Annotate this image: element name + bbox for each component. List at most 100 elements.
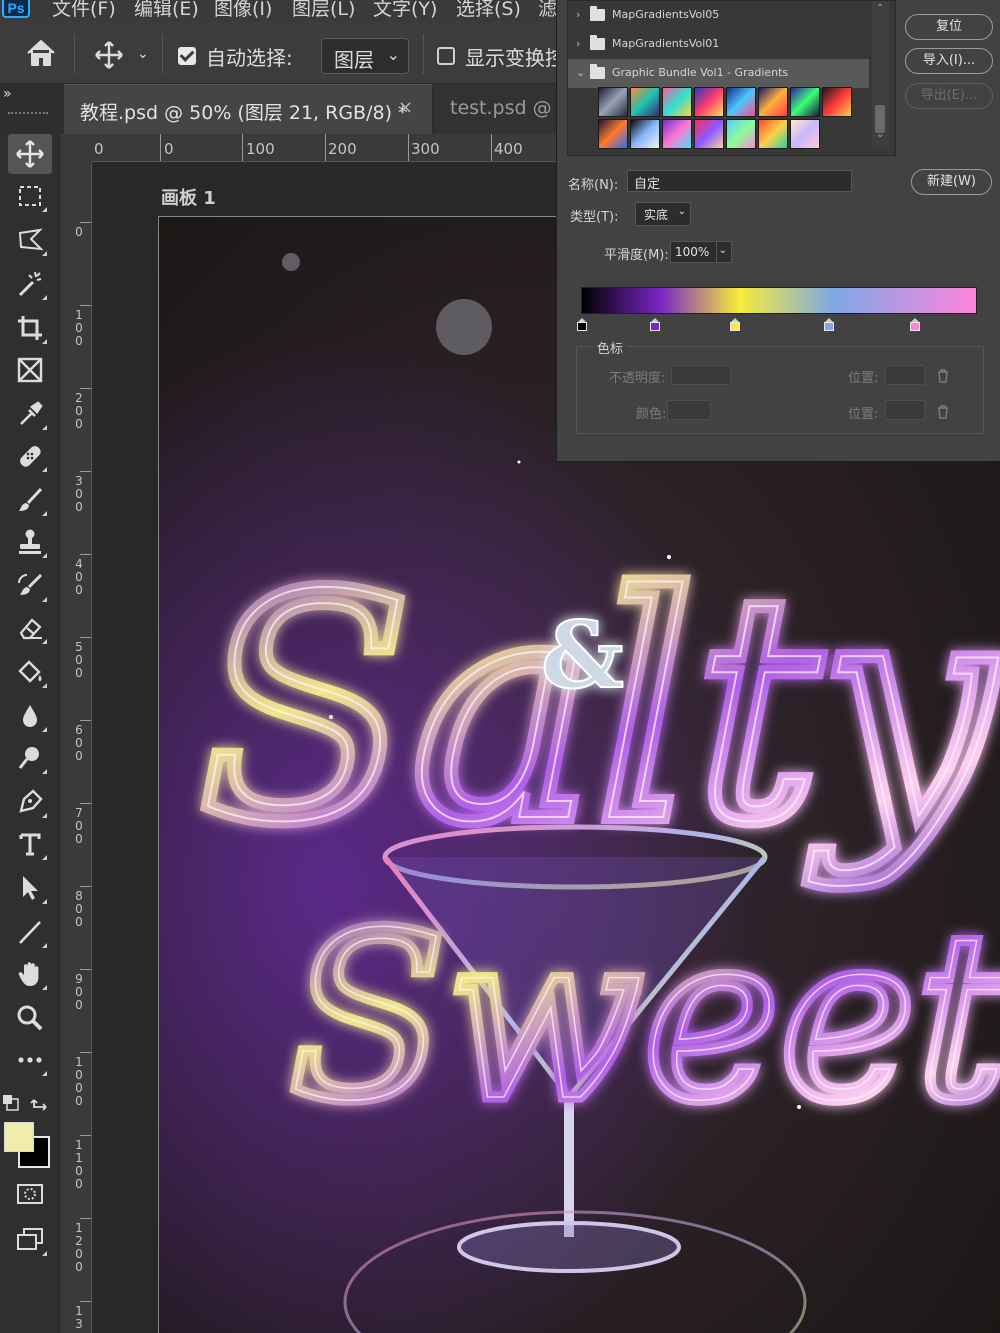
- color-stop-pink[interactable]: [910, 318, 920, 331]
- gradient-name-input[interactable]: 自定: [627, 170, 852, 192]
- menu-image[interactable]: 图像(I): [214, 0, 272, 21]
- smoothness-input[interactable]: 100% ⌄: [670, 241, 732, 263]
- gradient-swatch[interactable]: [630, 119, 660, 149]
- gradient-preview-bar[interactable]: [581, 287, 977, 314]
- ruler-tick: [80, 554, 91, 555]
- menu-select[interactable]: 选择(S): [456, 0, 521, 21]
- new-gradient-button[interactable]: 新建(W): [911, 169, 992, 195]
- chevron-right-icon[interactable]: ›: [576, 37, 580, 50]
- menu-file[interactable]: 文件(F): [52, 0, 116, 21]
- gradient-swatch[interactable]: [598, 119, 628, 149]
- options-separator: [162, 34, 163, 74]
- frame-tool[interactable]: [8, 350, 52, 390]
- blur-tool[interactable]: [8, 696, 52, 736]
- move-tool-preset-icon[interactable]: [94, 40, 124, 74]
- crop-tool[interactable]: [8, 308, 52, 348]
- color-stop-yellow[interactable]: [730, 318, 740, 331]
- collapse-panel-icon[interactable]: »: [3, 86, 12, 102]
- gradient-swatch[interactable]: [726, 87, 756, 117]
- type-tool[interactable]: [8, 824, 52, 864]
- tab-document-inactive[interactable]: test.psd @ 2: [434, 84, 574, 134]
- scroll-down-icon[interactable]: ⌄: [876, 129, 884, 140]
- screen-mode-button[interactable]: [8, 1220, 52, 1260]
- gradient-swatch[interactable]: [662, 87, 692, 117]
- gradient-swatch[interactable]: [790, 119, 820, 149]
- gradient-swatch[interactable]: [726, 119, 756, 149]
- ruler-label: 200: [328, 140, 357, 158]
- foreground-color-swatch[interactable]: [4, 1122, 34, 1152]
- artboard-label[interactable]: 画板 1: [161, 184, 216, 210]
- chevron-right-icon[interactable]: ›: [576, 8, 580, 21]
- chevron-down-icon[interactable]: ⌄: [719, 245, 727, 256]
- menu-layer[interactable]: 图层(L): [292, 0, 355, 21]
- healing-brush-tool[interactable]: [8, 436, 52, 476]
- zoom-tool[interactable]: [8, 998, 52, 1038]
- gradient-swatch[interactable]: [694, 87, 724, 117]
- gradient-swatch[interactable]: [790, 87, 820, 117]
- ruler-origin[interactable]: [60, 134, 92, 162]
- line-tool[interactable]: [8, 912, 52, 952]
- show-transform-label: 显示变换控: [465, 46, 565, 70]
- auto-select-checkbox[interactable]: [178, 47, 196, 65]
- magic-wand-tool[interactable]: [8, 264, 52, 304]
- auto-select-target-dropdown[interactable]: 图层 ⌄: [321, 38, 409, 74]
- more-tools[interactable]: [8, 1040, 52, 1080]
- brush-tool[interactable]: [8, 480, 52, 520]
- import-button[interactable]: 导入(I)...: [905, 48, 993, 74]
- tab-title: test.psd @ 2: [450, 97, 570, 119]
- smoothness-value: 100%: [675, 245, 710, 259]
- close-icon[interactable]: ×: [398, 97, 413, 118]
- color-stop-black[interactable]: [577, 318, 587, 331]
- reset-button[interactable]: 复位: [905, 14, 993, 40]
- gradient-swatch[interactable]: [694, 119, 724, 149]
- auto-select-label: 自动选择:: [206, 46, 293, 70]
- preset-folder[interactable]: › MapGradientsVol05: [568, 1, 869, 30]
- scroll-up-icon[interactable]: ⌃: [876, 3, 884, 14]
- swap-colors-icon[interactable]: [30, 1092, 50, 1112]
- show-transform-checkbox[interactable]: [437, 47, 455, 65]
- gradient-swatch[interactable]: [758, 119, 788, 149]
- gradient-swatch[interactable]: [662, 119, 692, 149]
- menu-edit[interactable]: 编辑(E): [134, 0, 199, 21]
- home-icon[interactable]: [24, 36, 58, 74]
- opacity-location-input: [885, 365, 925, 385]
- marquee-tool[interactable]: [8, 176, 52, 216]
- gradient-swatch[interactable]: [630, 87, 660, 117]
- preset-folder[interactable]: › MapGradientsVol01: [568, 30, 869, 59]
- hand-tool[interactable]: [8, 954, 52, 994]
- preset-folder-selected[interactable]: ⌄ Graphic Bundle Vol1 - Gradients: [568, 59, 869, 88]
- gradient-preset-list[interactable]: › MapGradientsVol05 › MapGradientsVol01 …: [567, 0, 896, 156]
- tab-document-active[interactable]: 教程.psd @ 50% (图层 21, RGB/8) * ×: [64, 84, 432, 134]
- color-stop-purple[interactable]: [650, 318, 660, 331]
- horizontal-ruler: 0 0 100 200 300 400: [60, 134, 560, 162]
- move-tool[interactable]: [8, 134, 52, 174]
- dodge-tool[interactable]: [8, 738, 52, 778]
- ruler-tick: [80, 471, 91, 472]
- default-colors-icon[interactable]: [2, 1094, 20, 1112]
- color-stop-blue[interactable]: [824, 318, 834, 331]
- path-selection-tool[interactable]: [8, 868, 52, 908]
- quick-mask-button[interactable]: [8, 1174, 52, 1214]
- ruler-tick: [80, 969, 91, 970]
- gradient-type-dropdown[interactable]: 实底 ⌄: [635, 202, 691, 226]
- gradient-swatch[interactable]: [822, 87, 852, 117]
- pen-tool[interactable]: [8, 782, 52, 822]
- chevron-down-icon[interactable]: ⌄: [576, 66, 585, 79]
- gradient-swatch[interactable]: [758, 87, 788, 117]
- chevron-down-icon[interactable]: ⌄: [137, 46, 149, 62]
- toolbar-grip[interactable]: [8, 112, 48, 115]
- ruler-tick: [80, 1135, 91, 1136]
- eraser-tool[interactable]: [8, 608, 52, 648]
- export-button[interactable]: 导出(E)...: [905, 83, 993, 109]
- clone-stamp-tool[interactable]: [8, 522, 52, 562]
- ruler-tick: [80, 222, 91, 223]
- history-brush-tool[interactable]: [8, 566, 52, 606]
- menu-type[interactable]: 文字(Y): [373, 0, 437, 21]
- paint-bucket-tool[interactable]: [8, 652, 52, 692]
- gradient-swatch-grid: [598, 87, 858, 153]
- preset-list-scrollbar[interactable]: ⌃ ⌄: [872, 1, 890, 147]
- lasso-tool[interactable]: [8, 220, 52, 260]
- menu-filter[interactable]: 滤: [538, 0, 557, 21]
- gradient-swatch[interactable]: [598, 87, 628, 117]
- eyedropper-tool[interactable]: [8, 394, 52, 434]
